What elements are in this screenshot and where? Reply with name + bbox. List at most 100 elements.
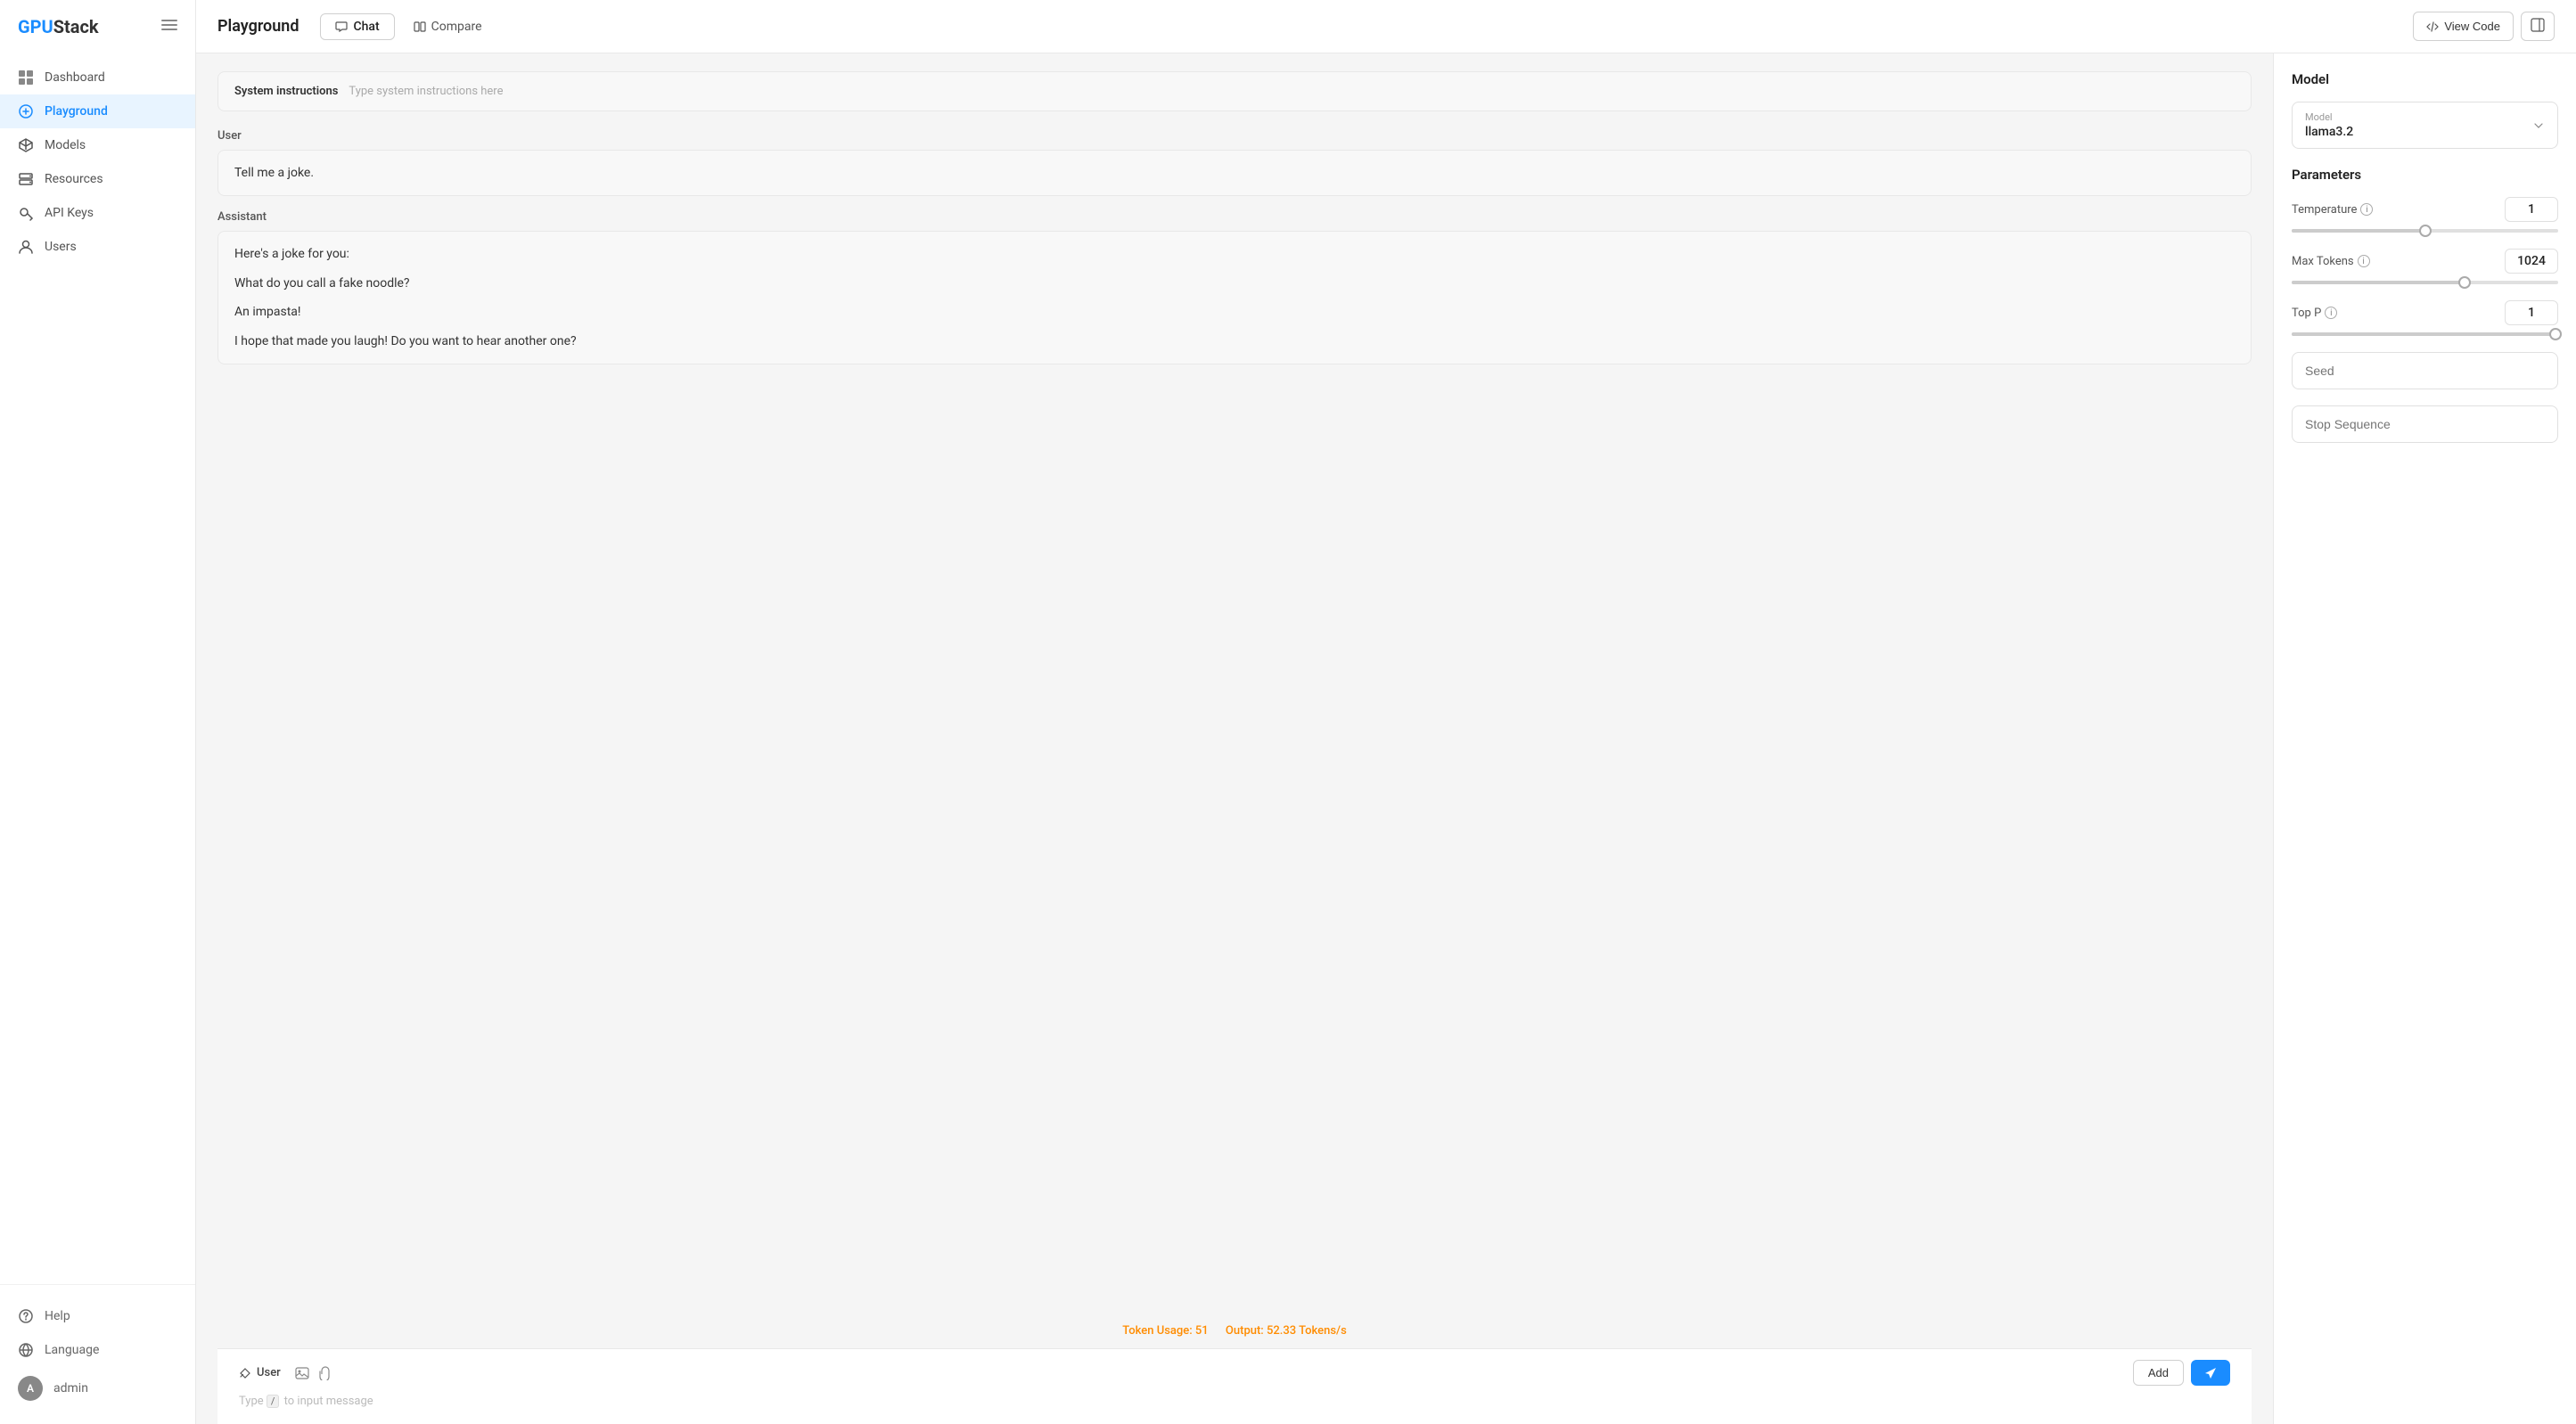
temperature-value[interactable]: 1 bbox=[2505, 197, 2558, 222]
assistant-message-section: Assistant Here's a joke for you: What do… bbox=[217, 210, 2252, 364]
input-placeholder[interactable]: Type / to input message bbox=[239, 1393, 2230, 1410]
sidebar-item-models[interactable]: Models bbox=[0, 128, 195, 162]
assistant-role-label: Assistant bbox=[217, 210, 2252, 224]
input-actions: Add bbox=[2133, 1360, 2230, 1386]
code-icon bbox=[2426, 20, 2439, 33]
image-attach-button[interactable] bbox=[295, 1366, 309, 1380]
avatar: A bbox=[18, 1376, 43, 1401]
main-content: Playground Chat Compare View Code bbox=[196, 0, 2576, 1424]
top-p-info-icon[interactable]: i bbox=[2325, 307, 2337, 319]
send-button[interactable] bbox=[2191, 1360, 2230, 1386]
sidebar-item-label: API Keys bbox=[45, 206, 94, 220]
username: admin bbox=[53, 1381, 88, 1395]
top-p-label: Top P i bbox=[2292, 307, 2337, 320]
input-icons bbox=[295, 1366, 332, 1380]
globe-icon bbox=[18, 1342, 34, 1358]
view-code-button[interactable]: View Code bbox=[2413, 12, 2514, 41]
seed-input[interactable] bbox=[2292, 352, 2558, 389]
sidebar: GPUStack Dashboard Playground Models Res… bbox=[0, 0, 196, 1424]
cube-icon bbox=[18, 137, 34, 153]
sidebar-item-label: Resources bbox=[45, 172, 103, 186]
content-area: System instructions Type system instruct… bbox=[196, 53, 2576, 1424]
tab-compare[interactable]: Compare bbox=[398, 13, 497, 40]
sidebar-item-dashboard[interactable]: Dashboard bbox=[0, 61, 195, 94]
sidebar-item-label: Models bbox=[45, 138, 86, 152]
temperature-param: Temperature i 1 bbox=[2292, 197, 2558, 233]
playground-icon bbox=[18, 103, 34, 119]
assistant-line-2: What do you call a fake noodle? bbox=[234, 274, 2235, 293]
layout-icon bbox=[2531, 18, 2545, 32]
top-p-slider[interactable] bbox=[2292, 332, 2558, 336]
parameters-title: Parameters bbox=[2292, 167, 2558, 183]
assistant-message-bubble: Here's a joke for you: What do you call … bbox=[217, 231, 2252, 364]
input-area: User Add bbox=[217, 1348, 2252, 1424]
tab-compare-label: Compare bbox=[431, 20, 482, 34]
model-select-value: llama3.2 bbox=[2305, 125, 2353, 139]
model-selector[interactable]: Model llama3.2 bbox=[2292, 102, 2558, 149]
sidebar-item-api-keys[interactable]: API Keys bbox=[0, 196, 195, 230]
user-message-section: User Tell me a joke. bbox=[217, 129, 2252, 196]
top-p-param: Top P i 1 bbox=[2292, 300, 2558, 336]
temperature-label: Temperature i bbox=[2292, 203, 2373, 217]
sidebar-item-label: Users bbox=[45, 240, 77, 254]
token-output: Output: 52.33 Tokens/s bbox=[1226, 1324, 1347, 1338]
model-section-title: Model bbox=[2292, 71, 2558, 87]
right-panel: Model Model llama3.2 Parameters Temperat… bbox=[2273, 53, 2576, 1424]
system-instructions-placeholder: Type system instructions here bbox=[349, 85, 503, 98]
compare-icon bbox=[414, 20, 426, 33]
tab-group: Chat Compare bbox=[320, 13, 496, 40]
chevron-down-icon bbox=[2532, 119, 2545, 132]
send-icon bbox=[2203, 1366, 2218, 1380]
temperature-info-icon[interactable]: i bbox=[2360, 203, 2373, 216]
file-attach-button[interactable] bbox=[318, 1366, 332, 1380]
tab-chat[interactable]: Chat bbox=[320, 13, 394, 40]
layout-toggle-button[interactable] bbox=[2521, 12, 2555, 41]
user-message-bubble: Tell me a joke. bbox=[217, 150, 2252, 196]
header-actions: View Code bbox=[2413, 12, 2555, 41]
input-role-icon bbox=[239, 1367, 251, 1379]
slash-key: / bbox=[267, 1395, 280, 1408]
add-button[interactable]: Add bbox=[2133, 1360, 2184, 1386]
top-p-value[interactable]: 1 bbox=[2505, 300, 2558, 325]
chat-icon bbox=[335, 20, 348, 33]
sidebar-item-label: Help bbox=[45, 1309, 70, 1323]
user-role-label: User bbox=[217, 129, 2252, 143]
user-message-text: Tell me a joke. bbox=[234, 163, 2235, 183]
sidebar-item-resources[interactable]: Resources bbox=[0, 162, 195, 196]
max-tokens-slider[interactable] bbox=[2292, 281, 2558, 284]
max-tokens-param: Max Tokens i 1024 bbox=[2292, 249, 2558, 284]
menu-toggle-icon[interactable] bbox=[161, 17, 177, 37]
image-icon bbox=[295, 1366, 309, 1380]
token-usage: Token Usage: 51 Output: 52.33 Tokens/s bbox=[217, 1314, 2252, 1348]
sidebar-bottom: Help Language A admin bbox=[0, 1284, 195, 1424]
sidebar-item-label: Playground bbox=[45, 104, 108, 119]
token-usage-label: Token Usage: 51 bbox=[1122, 1324, 1211, 1338]
temperature-slider[interactable] bbox=[2292, 229, 2558, 233]
sidebar-nav: Dashboard Playground Models Resources AP… bbox=[0, 53, 195, 1284]
tab-chat-label: Chat bbox=[353, 20, 379, 34]
max-tokens-label: Max Tokens i bbox=[2292, 255, 2370, 268]
model-select-label: Model bbox=[2305, 111, 2353, 123]
sidebar-item-playground[interactable]: Playground bbox=[0, 94, 195, 128]
page-title: Playground bbox=[217, 17, 299, 36]
stop-sequence-input[interactable] bbox=[2292, 405, 2558, 443]
sidebar-logo: GPUStack bbox=[0, 0, 195, 53]
system-instructions-label: System instructions bbox=[234, 85, 338, 98]
input-role-selector[interactable]: User bbox=[239, 1366, 281, 1379]
sidebar-user[interactable]: A admin bbox=[0, 1367, 195, 1410]
sidebar-item-label: Language bbox=[45, 1343, 99, 1357]
max-tokens-value[interactable]: 1024 bbox=[2505, 249, 2558, 274]
assistant-line-3: An impasta! bbox=[234, 302, 2235, 322]
sidebar-item-users[interactable]: Users bbox=[0, 230, 195, 264]
sidebar-item-help[interactable]: Help bbox=[0, 1299, 195, 1333]
server-icon bbox=[18, 171, 34, 187]
max-tokens-info-icon[interactable]: i bbox=[2358, 255, 2370, 267]
help-icon bbox=[18, 1308, 34, 1324]
sidebar-item-language[interactable]: Language bbox=[0, 1333, 195, 1367]
attachment-icon bbox=[318, 1366, 332, 1380]
seed-param bbox=[2292, 352, 2558, 389]
stop-sequence-param bbox=[2292, 405, 2558, 443]
assistant-line-1: Here's a joke for you: bbox=[234, 244, 2235, 264]
grid-icon bbox=[18, 70, 34, 86]
system-instructions[interactable]: System instructions Type system instruct… bbox=[217, 71, 2252, 111]
